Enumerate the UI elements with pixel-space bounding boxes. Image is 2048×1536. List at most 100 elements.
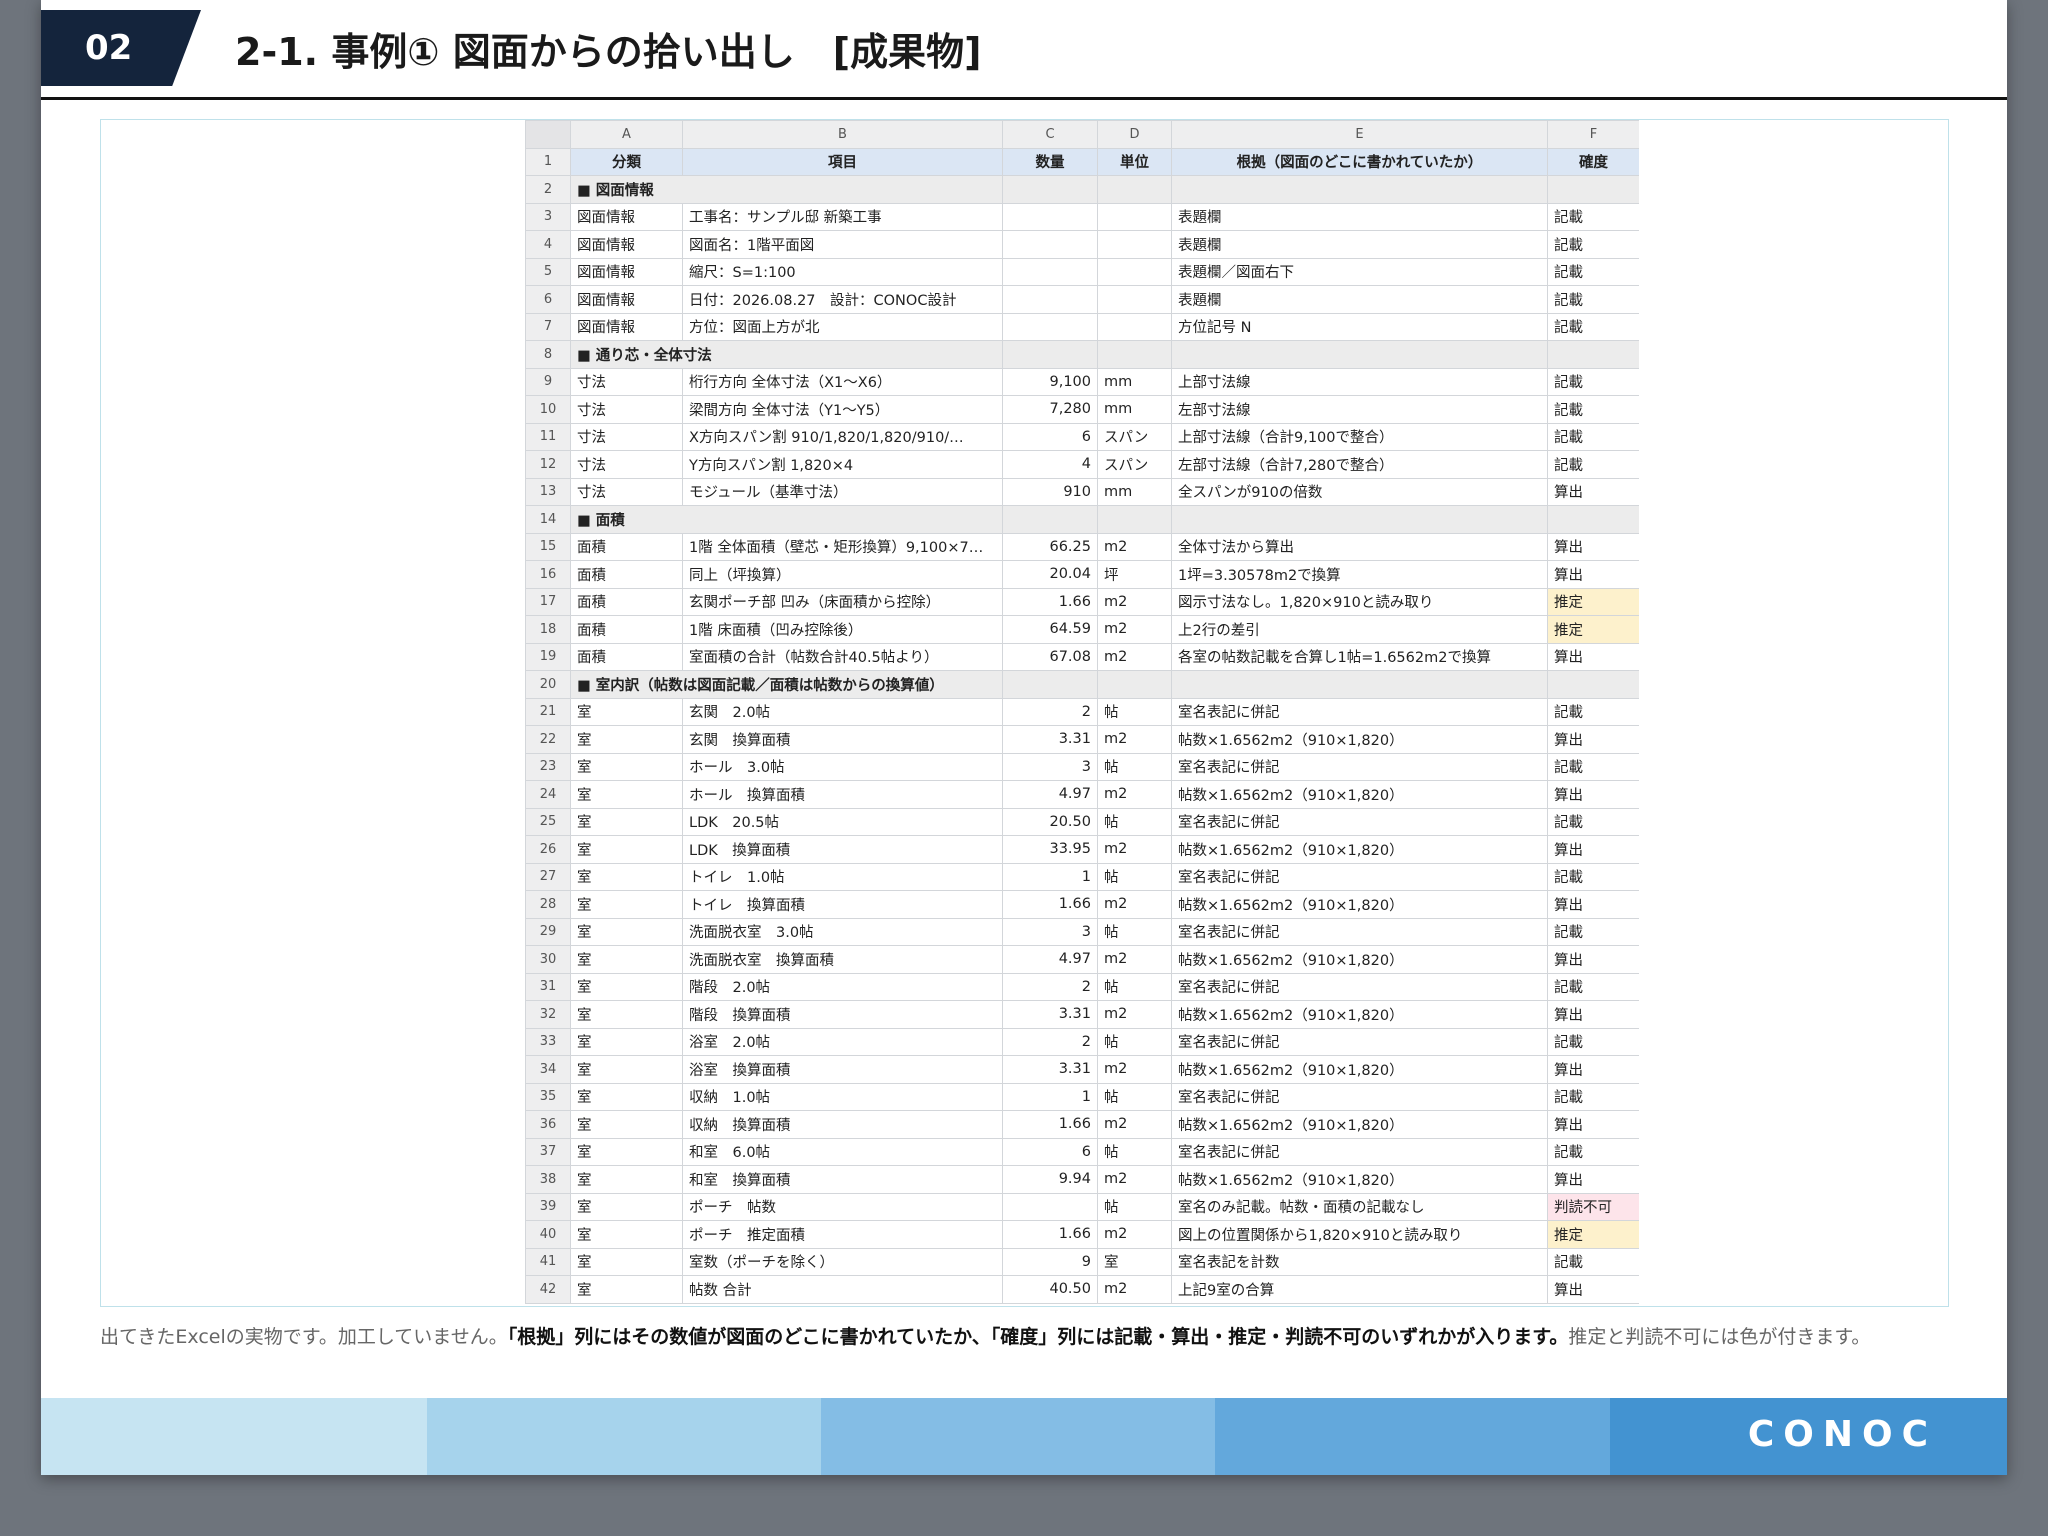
basis-cell[interactable]: 室名表記に併記	[1171, 697, 1548, 726]
unit-cell[interactable]: m2	[1097, 780, 1172, 809]
unit-cell[interactable]: mm	[1097, 477, 1172, 506]
category-cell[interactable]: 寸法	[570, 367, 683, 396]
item-cell[interactable]: 帖数 合計	[682, 1275, 1003, 1304]
row-number[interactable]: 18	[525, 615, 571, 644]
basis-cell[interactable]: 室名表記に併記	[1171, 807, 1548, 836]
row-number[interactable]: 36	[525, 1110, 571, 1139]
item-cell[interactable]: 工事名：サンプル邸 新築工事	[682, 202, 1003, 231]
confidence-cell[interactable]: 算出	[1547, 725, 1639, 754]
unit-cell[interactable]: スパン	[1097, 450, 1172, 479]
category-cell[interactable]: 室	[570, 1082, 683, 1111]
item-cell[interactable]: 洗面脱衣室 3.0帖	[682, 917, 1003, 946]
unit-cell[interactable]: 帖	[1097, 1137, 1172, 1166]
row-number[interactable]: 40	[525, 1220, 571, 1249]
basis-cell[interactable]: 表題欄	[1171, 202, 1548, 231]
unit-cell[interactable]: 帖	[1097, 972, 1172, 1001]
basis-cell[interactable]: 帖数×1.6562m2（910×1,820）	[1171, 780, 1548, 809]
row-number[interactable]: 23	[525, 752, 571, 781]
unit-cell[interactable]: m2	[1097, 532, 1172, 561]
row-number[interactable]: 7	[525, 312, 571, 341]
item-cell[interactable]: 玄関 2.0帖	[682, 697, 1003, 726]
category-cell[interactable]: 室	[570, 1247, 683, 1276]
row-number[interactable]: 14	[525, 505, 571, 534]
section-filler-cell[interactable]	[1002, 340, 1098, 369]
item-cell[interactable]: 日付：2026.08.27 設計：CONOC設計	[682, 285, 1003, 314]
section-filler-cell[interactable]	[1547, 670, 1639, 699]
column-header-f[interactable]: F	[1547, 120, 1639, 149]
basis-cell[interactable]: 図上の位置関係から1,820×910と読み取り	[1171, 1220, 1548, 1249]
quantity-cell[interactable]: 20.04	[1002, 560, 1098, 589]
category-cell[interactable]: 図面情報	[570, 285, 683, 314]
category-cell[interactable]: 室	[570, 1220, 683, 1249]
unit-cell[interactable]: 室	[1097, 1247, 1172, 1276]
quantity-cell[interactable]	[1002, 285, 1098, 314]
header-cell[interactable]: 確度	[1547, 147, 1639, 176]
category-cell[interactable]: 室	[570, 1027, 683, 1056]
section-filler-cell[interactable]	[1171, 670, 1548, 699]
column-header-a[interactable]: A	[570, 120, 683, 149]
item-cell[interactable]: 室面積の合計（帖数合計40.5帖より）	[682, 642, 1003, 671]
section-filler-cell[interactable]	[1002, 175, 1098, 204]
item-cell[interactable]: トイレ 換算面積	[682, 890, 1003, 919]
header-cell[interactable]: 項目	[682, 147, 1003, 176]
item-cell[interactable]: 同上（坪換算）	[682, 560, 1003, 589]
basis-cell[interactable]: 帖数×1.6562m2（910×1,820）	[1171, 725, 1548, 754]
basis-cell[interactable]: 室名表記を計数	[1171, 1247, 1548, 1276]
row-number[interactable]: 29	[525, 917, 571, 946]
confidence-cell[interactable]: 記載	[1547, 450, 1639, 479]
confidence-cell[interactable]: 記載	[1547, 202, 1639, 231]
row-number[interactable]: 34	[525, 1055, 571, 1084]
item-cell[interactable]: 桁行方向 全体寸法（X1〜X6）	[682, 367, 1003, 396]
row-number[interactable]: 3	[525, 202, 571, 231]
category-cell[interactable]: 図面情報	[570, 202, 683, 231]
section-filler-cell[interactable]	[1002, 505, 1098, 534]
confidence-cell[interactable]: 記載	[1547, 1082, 1639, 1111]
unit-cell[interactable]: m2	[1097, 890, 1172, 919]
category-cell[interactable]: 室	[570, 725, 683, 754]
category-cell[interactable]: 室	[570, 752, 683, 781]
item-cell[interactable]: 1階 全体面積（壁芯・矩形換算）9,100×7…	[682, 532, 1003, 561]
quantity-cell[interactable]: 3	[1002, 752, 1098, 781]
item-cell[interactable]: 室数（ポーチを除く）	[682, 1247, 1003, 1276]
quantity-cell[interactable]	[1002, 312, 1098, 341]
unit-cell[interactable]: 帖	[1097, 1027, 1172, 1056]
quantity-cell[interactable]: 2	[1002, 972, 1098, 1001]
item-cell[interactable]: Y方向スパン割 1,820×4	[682, 450, 1003, 479]
section-filler-cell[interactable]	[1547, 340, 1639, 369]
unit-cell[interactable]: 帖	[1097, 917, 1172, 946]
basis-cell[interactable]: 室名表記に併記	[1171, 1027, 1548, 1056]
basis-cell[interactable]: 図示寸法なし。1,820×910と読み取り	[1171, 587, 1548, 616]
item-cell[interactable]: 収納 換算面積	[682, 1110, 1003, 1139]
item-cell[interactable]: 方位：図面上方が北	[682, 312, 1003, 341]
confidence-cell[interactable]: 算出	[1547, 890, 1639, 919]
confidence-cell[interactable]: 記載	[1547, 807, 1639, 836]
unit-cell[interactable]: mm	[1097, 395, 1172, 424]
confidence-cell[interactable]: 記載	[1547, 285, 1639, 314]
category-cell[interactable]: 面積	[570, 615, 683, 644]
section-filler-cell[interactable]	[1171, 340, 1548, 369]
quantity-cell[interactable]: 1	[1002, 1082, 1098, 1111]
row-number[interactable]: 2	[525, 175, 571, 204]
basis-cell[interactable]: 室名表記に併記	[1171, 972, 1548, 1001]
quantity-cell[interactable]: 6	[1002, 422, 1098, 451]
confidence-cell[interactable]: 記載	[1547, 1137, 1639, 1166]
row-number[interactable]: 32	[525, 1000, 571, 1029]
section-filler-cell[interactable]	[1547, 175, 1639, 204]
column-header-b[interactable]: B	[682, 120, 1003, 149]
row-number[interactable]: 31	[525, 972, 571, 1001]
row-number[interactable]: 37	[525, 1137, 571, 1166]
quantity-cell[interactable]: 2	[1002, 697, 1098, 726]
category-cell[interactable]: 面積	[570, 642, 683, 671]
basis-cell[interactable]: 帖数×1.6562m2（910×1,820）	[1171, 1110, 1548, 1139]
basis-cell[interactable]: 室名表記に併記	[1171, 862, 1548, 891]
confidence-cell[interactable]: 算出	[1547, 560, 1639, 589]
quantity-cell[interactable]	[1002, 202, 1098, 231]
item-cell[interactable]: 玄関 換算面積	[682, 725, 1003, 754]
section-filler-cell[interactable]	[1097, 340, 1172, 369]
category-cell[interactable]: 室	[570, 862, 683, 891]
row-number[interactable]: 30	[525, 945, 571, 974]
unit-cell[interactable]: m2	[1097, 945, 1172, 974]
row-number[interactable]: 33	[525, 1027, 571, 1056]
quantity-cell[interactable]	[1002, 230, 1098, 259]
quantity-cell[interactable]: 20.50	[1002, 807, 1098, 836]
